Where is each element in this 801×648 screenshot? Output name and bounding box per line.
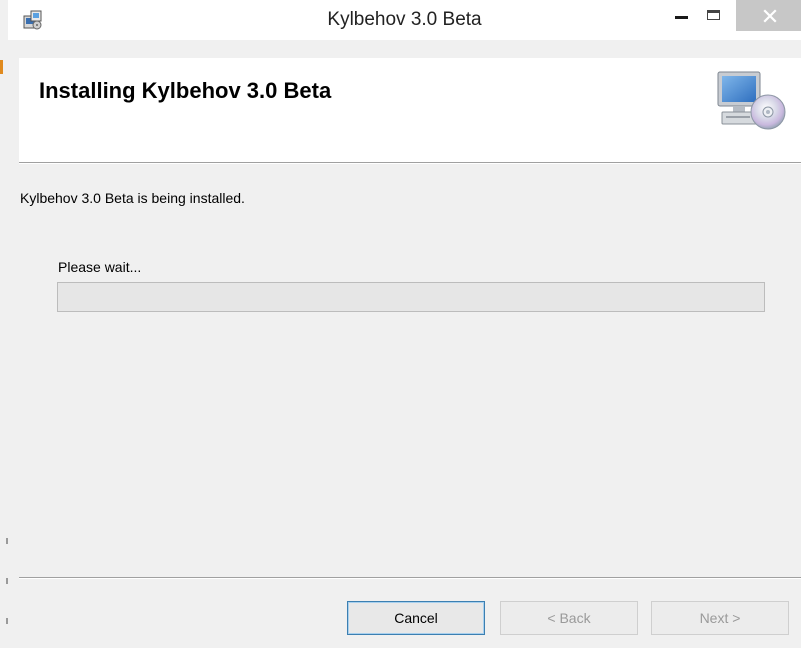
back-button[interactable]: < Back <box>500 601 638 635</box>
title-bar[interactable]: Kylbehov 3.0 Beta <box>8 0 801 40</box>
minimize-icon <box>674 15 688 19</box>
header-banner: Installing Kylbehov 3.0 Beta <box>19 58 801 162</box>
maximize-button[interactable] <box>696 0 730 30</box>
background-window-edge <box>0 0 8 648</box>
edge-tick <box>6 578 8 584</box>
installer-window: Kylbehov 3.0 Beta Installing Kylbehov 3.… <box>0 0 801 648</box>
maximize-icon <box>706 10 720 20</box>
header-divider-highlight <box>19 163 801 164</box>
edge-accent <box>0 60 3 74</box>
edge-tick <box>6 618 8 624</box>
install-status-text: Kylbehov 3.0 Beta is being installed. <box>20 190 245 206</box>
edge-tick <box>6 538 8 544</box>
close-icon <box>763 8 777 23</box>
please-wait-label: Please wait... <box>58 259 142 275</box>
install-progress-bar <box>57 282 765 312</box>
page-title: Installing Kylbehov 3.0 Beta <box>39 78 332 103</box>
cancel-button[interactable]: Cancel <box>347 601 485 635</box>
minimize-button[interactable] <box>664 0 698 30</box>
close-button[interactable] <box>736 0 801 31</box>
next-button[interactable]: Next > <box>651 601 789 635</box>
computer-disc-icon <box>717 71 786 130</box>
footer-divider-highlight <box>19 578 801 579</box>
